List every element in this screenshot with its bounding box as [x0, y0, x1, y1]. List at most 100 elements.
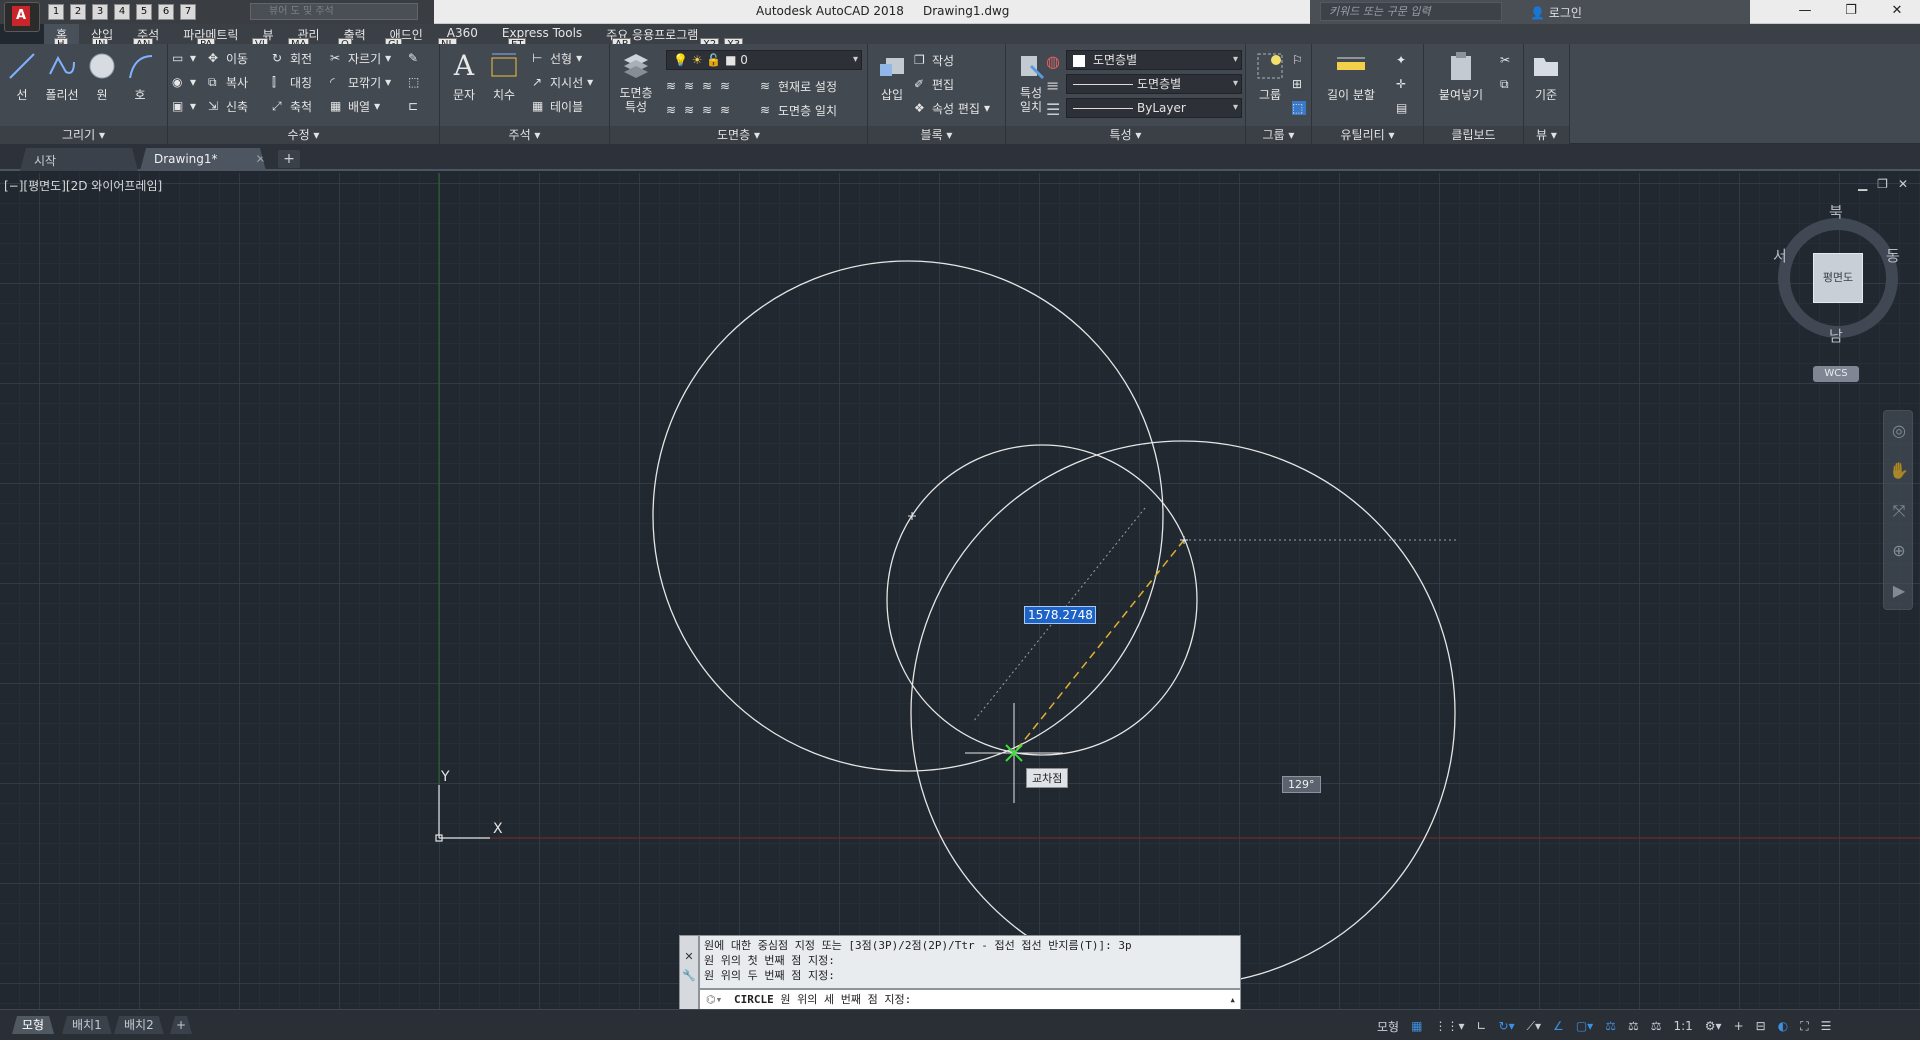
dynamic-input-field[interactable]: 1578.2748	[1024, 606, 1096, 624]
qat-saveas-button[interactable]: 4	[114, 4, 130, 20]
tab-start[interactable]: 시작	[20, 148, 138, 171]
orbit-icon[interactable]: ⊕	[1884, 531, 1914, 571]
group-edit-button[interactable]: ⊞	[1292, 74, 1306, 94]
customize-command-icon[interactable]: 🔧	[680, 969, 698, 982]
visibility-button[interactable]: ◉ ▾	[172, 72, 196, 92]
qat-plot-button[interactable]: 5	[136, 4, 152, 20]
workspace-gear-icon[interactable]: ⚙▾	[1700, 1019, 1727, 1033]
login-button[interactable]: 👤 로그인	[1530, 4, 1582, 21]
zoom-extents-icon[interactable]: ⤧	[1884, 491, 1914, 531]
annotation-scale-icon[interactable]: ⚖	[1646, 1019, 1667, 1033]
layer-tools-row2[interactable]: ≋ ≋ ≋ ≋	[666, 100, 734, 120]
circle-right-3p[interactable]	[910, 440, 1456, 986]
group-select-button[interactable]: ⬚	[1292, 98, 1306, 118]
qat-redo-button[interactable]: 7	[180, 4, 196, 20]
viewcube-east[interactable]: 동	[1886, 245, 1900, 266]
base-view-button[interactable]: 기준	[1524, 50, 1568, 103]
offset-button[interactable]: ⊏	[408, 96, 422, 116]
calculator-button[interactable]: ▤	[1396, 98, 1410, 118]
array-button[interactable]: ▦ 배열 ▾	[330, 96, 380, 116]
cut-button[interactable]: ✂	[1500, 50, 1514, 70]
edit-block-button[interactable]: ✐ 편집	[914, 74, 954, 94]
showmotion-icon[interactable]: ▶	[1884, 571, 1914, 611]
erase-button[interactable]: ✎	[408, 48, 422, 68]
wcs-menu[interactable]: WCS	[1813, 366, 1859, 382]
table-button[interactable]: ▦ 테이블	[532, 96, 583, 116]
boundary-button[interactable]: ▣ ▾	[172, 96, 196, 116]
quick-select-button[interactable]: ✦	[1396, 50, 1410, 70]
move-button[interactable]: ✥ 이동	[208, 48, 248, 68]
snap-icon[interactable]: ⋮⋮▾	[1429, 1019, 1469, 1033]
fillet-button[interactable]: ◜ 모깎기 ▾	[330, 72, 391, 92]
isodraft-icon[interactable]: ⟋▾	[1522, 1019, 1546, 1034]
copy-clip-button[interactable]: ⧉	[1500, 74, 1514, 94]
create-block-button[interactable]: ❐ 작성	[914, 50, 954, 70]
minimize-button[interactable]: —	[1782, 0, 1828, 24]
layer-properties-button[interactable]: 도면층 특성	[612, 50, 660, 114]
rotate-button[interactable]: ↻ 회전	[272, 48, 312, 68]
command-recent-icon[interactable]: ⌬▾	[706, 990, 722, 1010]
viewport-close-icon[interactable]: ✕	[1898, 177, 1908, 191]
panel-annotation-title[interactable]: 주석 ▾	[440, 126, 609, 144]
annotation-visibility-icon[interactable]: ⚖	[1600, 1019, 1621, 1033]
viewcube-south[interactable]: 남	[1829, 325, 1843, 346]
add-layout-button[interactable]: +	[170, 1016, 192, 1034]
pan-icon[interactable]: ✋	[1884, 451, 1914, 491]
viewport-minimize-icon[interactable]: ▁	[1858, 177, 1867, 191]
new-tab-button[interactable]: +	[278, 150, 300, 168]
copy-button[interactable]: ⧉ 복사	[208, 72, 248, 92]
mirror-button[interactable]: ⫿ 대칭	[272, 72, 312, 92]
explode-button[interactable]: ⬚	[408, 72, 422, 92]
group-button[interactable]: 그룹	[1248, 50, 1292, 103]
viewport-controls-label[interactable]: [−][평면도][2D 와이어프레임]	[4, 177, 162, 194]
panel-layers-title[interactable]: 도면층 ▾	[610, 126, 867, 144]
insert-block-button[interactable]: 삽입	[870, 50, 914, 103]
model-space-button[interactable]: 모형	[1372, 1018, 1404, 1035]
layout-tab-model[interactable]: 모형	[12, 1016, 54, 1034]
line-button[interactable]: 선	[0, 50, 44, 103]
edit-attributes-button[interactable]: ❖ 속성 편집 ▾	[914, 98, 990, 118]
clean-screen-icon[interactable]: ⛶	[1795, 1019, 1813, 1034]
point-id-button[interactable]: ✛	[1396, 74, 1410, 94]
panel-clipboard-title[interactable]: 클립보드	[1424, 126, 1523, 144]
close-tab-icon[interactable]: ✕	[256, 152, 266, 166]
qat-save-button[interactable]: 3	[92, 4, 108, 20]
arc-button[interactable]: 호	[118, 50, 162, 103]
annotation-scale-value[interactable]: 1:1	[1668, 1019, 1697, 1033]
layer-dropdown[interactable]: 💡 ☀ 🔓 ■ 0	[666, 50, 862, 70]
object-snap-tracking-icon[interactable]: ∠	[1548, 1019, 1569, 1033]
application-menu-button[interactable]: A	[4, 2, 40, 32]
hatch-button[interactable]: ▭ ▾	[172, 48, 196, 68]
panel-view-title[interactable]: 뷰 ▾	[1524, 126, 1569, 144]
linear-dim-button[interactable]: ⊢ 선형 ▾	[532, 48, 582, 68]
annotation-monitor-icon[interactable]: +	[1729, 1019, 1749, 1033]
panel-draw-title[interactable]: 그리기 ▾	[0, 126, 167, 144]
qat-new-button[interactable]: 1	[48, 4, 64, 20]
viewcube-top-face[interactable]: 평면도	[1813, 253, 1863, 303]
layout-tab-1[interactable]: 배치1	[62, 1016, 112, 1034]
panel-utilities-title[interactable]: 유틸리티 ▾	[1312, 126, 1423, 144]
match-layer-button[interactable]: ≋ 도면층 일치	[760, 100, 837, 120]
dimension-button[interactable]: 치수	[482, 50, 526, 103]
units-icon[interactable]: ⊟	[1751, 1019, 1771, 1033]
workspace-dropdown[interactable]: 뷰어 도 및 주석	[250, 3, 418, 20]
panel-modify-title[interactable]: 수정 ▾	[168, 126, 439, 144]
tab-drawing1[interactable]: Drawing1* ✕	[140, 148, 266, 171]
steering-wheel-icon[interactable]: ◎	[1884, 411, 1914, 451]
help-search-input[interactable]: 키워드 또는 구문 입력	[1320, 2, 1502, 21]
object-snap-icon[interactable]: ▢▾	[1571, 1019, 1598, 1033]
circle-inner[interactable]	[886, 444, 1198, 756]
lineweight-dropdown[interactable]: ByLayer	[1066, 98, 1242, 118]
hardware-acceleration-icon[interactable]: ◐	[1773, 1019, 1793, 1033]
panel-groups-title[interactable]: 그룹 ▾	[1246, 126, 1311, 144]
set-current-button[interactable]: ≋ 현재로 설정	[760, 76, 837, 96]
close-command-icon[interactable]: ✕	[680, 950, 698, 963]
grid-icon[interactable]: ▦	[1406, 1019, 1427, 1033]
command-line-handle[interactable]: ✕ 🔧	[679, 935, 699, 1011]
customization-menu-icon[interactable]: ☰	[1816, 1019, 1837, 1033]
linetype-dropdown[interactable]: 도면층별	[1066, 74, 1242, 94]
text-button[interactable]: A 문자	[442, 50, 486, 103]
command-expand-icon[interactable]: ▴	[1229, 990, 1236, 1010]
polyline-button[interactable]: 폴리선	[40, 50, 84, 103]
restore-button[interactable]: ❐	[1828, 0, 1874, 24]
